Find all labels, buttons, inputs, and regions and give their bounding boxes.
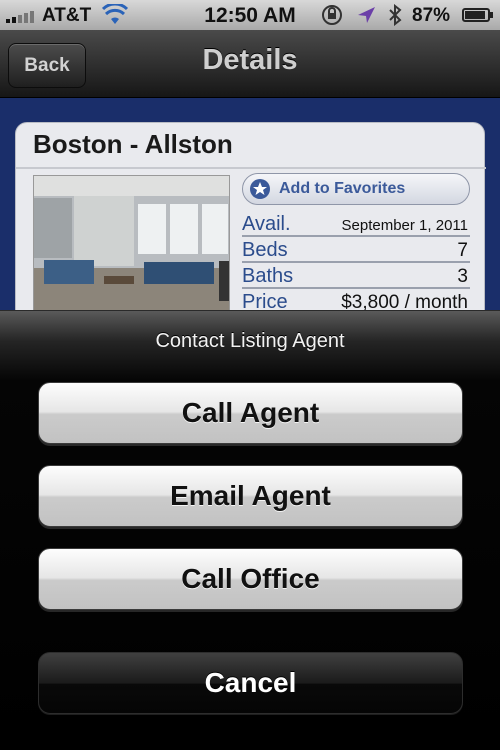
call-agent-button[interactable]: Call Agent (38, 382, 463, 444)
page-title: Details (202, 44, 298, 76)
listing-title: Boston - Allston (33, 129, 233, 159)
add-to-favorites-button[interactable]: Add to Favorites (242, 173, 470, 205)
detail-value: 7 (457, 240, 468, 261)
detail-key: Baths (242, 265, 294, 287)
detail-row-price: Price $3,800 / month (242, 289, 470, 310)
detail-key: Avail. (242, 213, 291, 235)
detail-value: 3 (457, 266, 468, 287)
location-icon (358, 7, 375, 23)
star-icon (250, 179, 270, 199)
email-agent-button[interactable]: Email Agent (38, 465, 463, 527)
navigation-bar: Back Details (0, 30, 500, 98)
listing-content: Boston - Allston Add to Favorites Avail.… (0, 98, 500, 310)
cancel-button[interactable]: Cancel (38, 652, 463, 714)
listing-card: Boston - Allston Add to Favorites Avail.… (15, 122, 486, 310)
detail-value: September 1, 2011 (341, 217, 468, 234)
rotation-lock-icon (322, 5, 342, 25)
divider (16, 167, 486, 169)
detail-row-availability: Avail. September 1, 2011 (242, 211, 470, 237)
listing-photo[interactable] (33, 175, 230, 310)
detail-key: Beds (242, 239, 288, 261)
battery-percentage: 87% (412, 5, 451, 26)
bluetooth-icon (389, 4, 402, 26)
battery-icon (462, 8, 493, 22)
room-photo-image (34, 176, 229, 310)
detail-row-beds: Beds 7 (242, 237, 470, 263)
call-office-button[interactable]: Call Office (38, 548, 463, 610)
action-sheet-title: Contact Listing Agent (155, 330, 345, 352)
detail-row-baths: Baths 3 (242, 263, 470, 289)
favorites-label: Add to Favorites (279, 180, 406, 197)
action-sheet: Contact Listing Agent Call Agent Email A… (0, 310, 500, 750)
detail-value: $3,800 / month (341, 292, 468, 310)
detail-key: Price (242, 291, 288, 310)
status-bar: AT&T 12:50 AM 87% (0, 0, 500, 30)
